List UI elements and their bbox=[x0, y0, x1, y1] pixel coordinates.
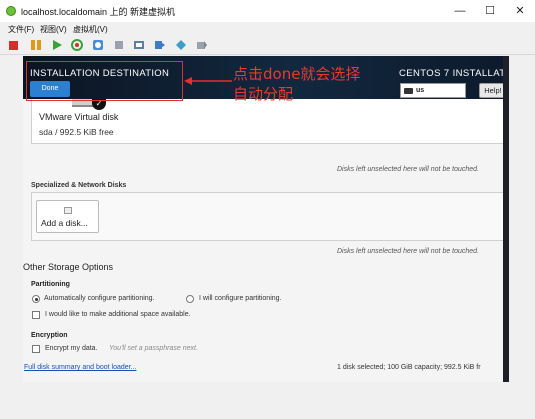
encrypt-checkbox[interactable] bbox=[32, 345, 40, 353]
menubar: 文件(F) 视图(V) 虚拟机(V) bbox=[0, 22, 535, 36]
encryption-heading: Encryption bbox=[31, 332, 68, 339]
other-storage-heading: Other Storage Options bbox=[23, 262, 114, 272]
settings-icon[interactable] bbox=[196, 39, 208, 51]
keyboard-icon bbox=[404, 88, 413, 94]
network-disks-area: Add a disk... bbox=[31, 192, 507, 241]
annotation-arrow bbox=[184, 77, 232, 85]
local-disk-card[interactable]: ✓ VMware Virtual disk sda / 992.5 KiB fr… bbox=[31, 99, 507, 144]
window-title: localhost.localdomain 上的 新建虚拟机 bbox=[21, 7, 176, 17]
network-disks-note: Disks left unselected here will not be t… bbox=[337, 248, 480, 255]
encrypt-hint: You'll set a passphrase next. bbox=[109, 345, 198, 352]
stop-icon[interactable] bbox=[9, 41, 18, 50]
manual-partition-radio[interactable] bbox=[186, 295, 194, 303]
disk-detail: sda / 992.5 KiB free bbox=[39, 127, 114, 137]
minimize-button[interactable]: — bbox=[445, 0, 475, 22]
close-button[interactable]: ✕ bbox=[505, 0, 535, 22]
annotation-highlight-box bbox=[26, 61, 183, 101]
disk-summary-link[interactable]: Full disk summary and boot loader... bbox=[24, 364, 136, 371]
vm-screen[interactable]: INSTALLATION DESTINATION Done CENTOS 7 I… bbox=[23, 56, 509, 382]
usb-icon[interactable] bbox=[175, 39, 187, 51]
send-icon[interactable] bbox=[154, 39, 166, 51]
add-disk-label: Add a disk... bbox=[41, 218, 88, 228]
reset-icon[interactable] bbox=[71, 39, 83, 51]
window-titlebar: localhost.localdomain 上的 新建虚拟机 — ☐ ✕ bbox=[0, 0, 535, 23]
disk-add-icon bbox=[64, 207, 72, 214]
vmware-app-icon bbox=[6, 6, 16, 16]
vm-right-border bbox=[503, 56, 509, 382]
partitioning-heading: Partitioning bbox=[31, 281, 70, 288]
auto-partition-radio[interactable] bbox=[32, 295, 40, 303]
manual-partition-label[interactable]: I will configure partitioning. bbox=[199, 295, 282, 302]
annotation-text: 点击done就会选择自动分配 bbox=[233, 65, 361, 103]
menu-vm[interactable]: 虚拟机(V) bbox=[73, 24, 108, 35]
maximize-button[interactable]: ☐ bbox=[475, 0, 505, 22]
menu-view[interactable]: 视图(V) bbox=[40, 24, 67, 35]
snapshot-icon[interactable] bbox=[92, 39, 104, 51]
revert-icon[interactable] bbox=[113, 39, 125, 51]
disk-name: VMware Virtual disk bbox=[39, 112, 119, 122]
additional-space-checkbox[interactable] bbox=[32, 311, 40, 319]
auto-partition-label[interactable]: Automatically configure partitioning. bbox=[44, 295, 155, 302]
snapshot-manager-icon[interactable] bbox=[133, 39, 145, 51]
status-bar bbox=[0, 395, 535, 419]
encrypt-label[interactable]: Encrypt my data. bbox=[45, 345, 98, 352]
keyboard-layout-field[interactable]: us bbox=[400, 83, 466, 98]
additional-space-label[interactable]: I would like to make additional space av… bbox=[45, 311, 191, 318]
product-title: CENTOS 7 INSTALLATIO bbox=[399, 68, 509, 79]
pause-icon[interactable] bbox=[30, 39, 42, 51]
keyboard-layout-value: us bbox=[416, 87, 425, 94]
destination-content: ✓ VMware Virtual disk sda / 992.5 KiB fr… bbox=[23, 99, 509, 382]
local-disks-note: Disks left unselected here will not be t… bbox=[337, 166, 480, 173]
network-disks-heading: Specialized & Network Disks bbox=[31, 182, 127, 189]
toolbar bbox=[0, 36, 535, 55]
add-disk-button[interactable]: Add a disk... bbox=[36, 200, 99, 233]
play-icon[interactable] bbox=[51, 39, 63, 51]
menu-file[interactable]: 文件(F) bbox=[8, 24, 34, 35]
disk-selection-status: 1 disk selected; 100 GiB capacity; 992.5… bbox=[337, 364, 481, 371]
